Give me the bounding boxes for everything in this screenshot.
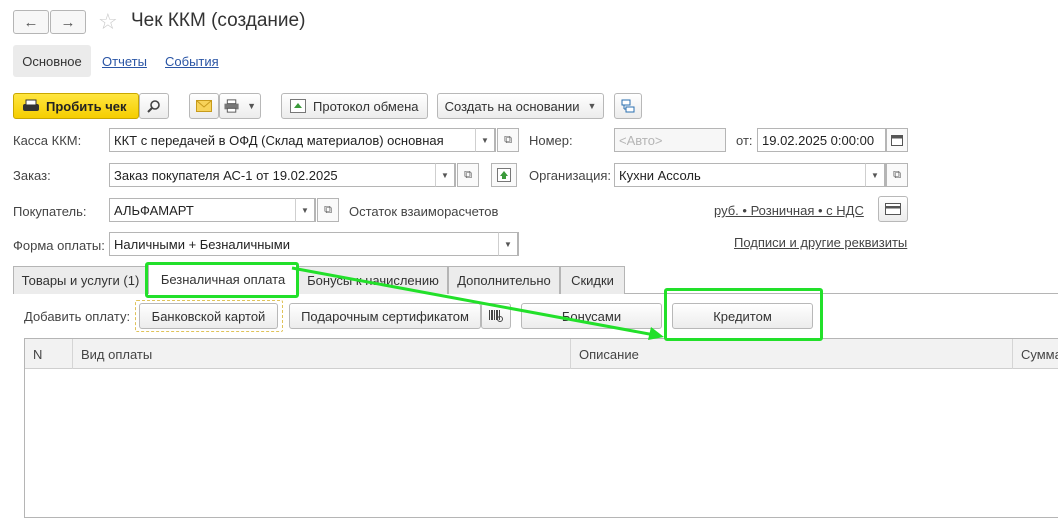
org-label: Организация: [529,168,612,183]
open-link-icon: ⧉ [893,168,901,181]
tab-goods-services[interactable]: Товары и услуги (1) [13,266,148,294]
chevron-down-icon: ▼ [301,205,309,215]
tab-discounts[interactable]: Скидки [560,266,625,294]
section-tab-main[interactable]: Основное [13,45,91,77]
create-based-on-label: Создать на основании [444,98,580,114]
chevron-down-icon: ▼ [247,101,256,111]
search-icon [147,100,160,113]
gift-certificate-button[interactable]: Подарочным сертификатом [289,303,481,329]
section-tab-reports[interactable]: Отчеты [102,45,147,77]
tab-additional[interactable]: Дополнительно [448,266,560,294]
number-field[interactable]: <Авто> [614,128,726,152]
org-dropdown-button[interactable]: ▼ [865,163,885,187]
number-placeholder: <Авто> [619,132,663,148]
signatures-link[interactable]: Подписи и другие реквизиты [734,235,907,250]
fill-arrow-icon [497,168,511,182]
highlight-credit-button [664,288,823,341]
structure-button[interactable] [614,93,642,119]
date-value: 19.02.2025 0:00:00 [762,132,875,148]
buyer-dropdown-button[interactable]: ▼ [295,198,315,222]
print-receipt-label: Пробить чек [46,98,127,114]
chevron-down-icon: ▼ [871,170,879,180]
chevron-down-icon: ▼ [587,101,597,111]
exchange-protocol-button[interactable]: Протокол обмена [281,93,428,119]
email-button[interactable] [189,93,219,119]
kassa-open-button[interactable]: ⧉ [497,128,519,152]
tab-bonuses[interactable]: Бонусы к начислению [298,266,448,294]
buyer-field[interactable]: АЛЬФАМАРТ [109,198,316,222]
barcode-scan-button[interactable] [481,303,511,329]
open-link-icon: ⧉ [464,168,472,181]
payment-form-dropdown-button[interactable]: ▼ [498,232,518,256]
receipt-printer-icon [23,99,39,111]
order-field[interactable]: Заказ покупателя АС-1 от 19.02.2025 [109,163,456,187]
kassa-value: ККТ с передачей в ОФД (Склад материалов)… [114,132,444,148]
exchange-protocol-label: Протокол обмена [313,98,419,114]
calendar-icon [891,135,903,146]
column-header-sum[interactable]: Сумма [1013,339,1058,369]
search-button[interactable] [139,93,169,119]
add-payment-label: Добавить оплату: [24,309,131,324]
back-button[interactable]: ← [13,10,49,34]
org-open-button[interactable]: ⧉ [886,163,908,187]
exchange-icon [290,99,306,113]
buyer-open-button[interactable]: ⧉ [317,198,339,222]
order-open-button[interactable]: ⧉ [457,163,479,187]
page-title: Чек ККМ (создание) [131,10,306,31]
forward-button[interactable]: → [50,10,86,34]
date-field[interactable]: 19.02.2025 0:00:00 [757,128,886,152]
print-receipt-button[interactable]: Пробить чек [13,93,139,119]
highlight-cashless-tab [145,262,299,298]
create-based-on-button[interactable]: Создать на основании ▼ [437,93,604,119]
hierarchy-icon [621,99,635,113]
kassa-label: Касса ККМ: [13,133,82,148]
payments-table[interactable]: N Вид оплаты Описание Сумма [24,338,1058,518]
kassa-dropdown-button[interactable]: ▼ [475,128,495,152]
barcode-icon [489,310,503,322]
favorite-star-icon[interactable]: ☆ [98,9,118,35]
number-label: Номер: [529,133,573,148]
order-value: Заказ покупателя АС-1 от 19.02.2025 [114,167,338,183]
open-link-icon: ⧉ [324,203,332,216]
org-field[interactable]: Кухни Ассоль [614,163,886,187]
calendar-button[interactable] [886,128,908,152]
payment-form-value: Наличными + Безналичными [114,236,290,252]
payment-form-field[interactable]: Наличными + Безналичными [109,232,519,256]
arrow-right-icon: → [60,13,76,31]
kassa-field[interactable]: ККТ с передачей в ОФД (Склад материалов)… [109,128,496,152]
balance-label: Остаток взаиморасчетов [349,204,499,219]
payment-label: Форма оплаты: [13,238,105,253]
order-label: Заказ: [13,168,51,183]
column-header-n[interactable]: N [25,339,73,369]
order-fill-button[interactable] [491,163,517,187]
print-menu-button[interactable]: ▼ [219,93,261,119]
chevron-down-icon: ▼ [441,170,449,180]
open-link-icon: ⧉ [504,133,512,146]
arrow-left-icon: ← [23,13,39,31]
table-header: N Вид оплаты Описание Сумма [25,339,1058,369]
buyer-label: Покупатель: [13,204,87,219]
printer-icon [224,99,239,113]
section-tab-events[interactable]: События [165,45,219,77]
envelope-icon [196,100,212,112]
column-header-description[interactable]: Описание [571,339,1013,369]
chevron-down-icon: ▼ [504,239,512,249]
buyer-value: АЛЬФАМАРТ [114,202,194,218]
order-dropdown-button[interactable]: ▼ [435,163,455,187]
bank-card-button[interactable]: Банковской картой [139,303,278,329]
org-value: Кухни Ассоль [619,167,701,183]
bonuses-button[interactable]: Бонусами [521,303,662,329]
price-settings-link[interactable]: руб. • Розничная • с НДС [714,203,864,218]
chevron-down-icon: ▼ [481,135,489,145]
card-button[interactable] [878,196,908,222]
column-header-payment-type[interactable]: Вид оплаты [73,339,571,369]
date-from-label: от: [736,133,753,148]
credit-card-icon [885,203,901,215]
